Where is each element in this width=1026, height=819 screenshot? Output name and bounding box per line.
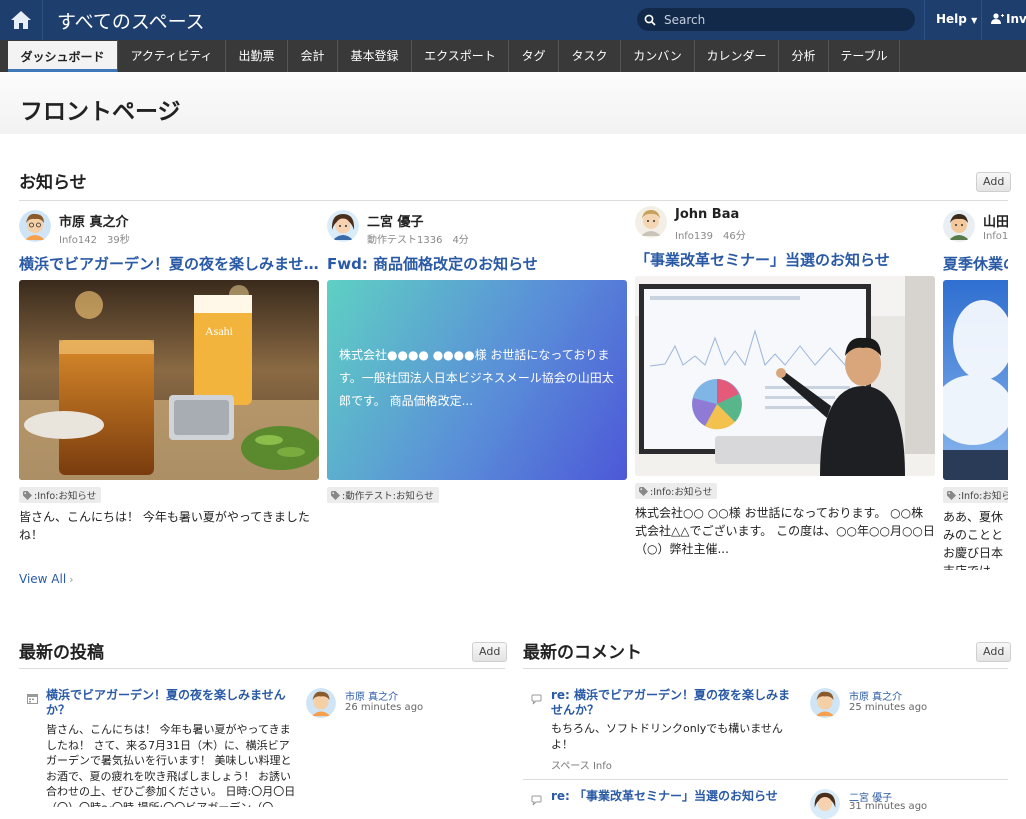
tag-icon [23,491,32,500]
avatar[interactable] [943,210,975,242]
avatar[interactable] [635,206,667,238]
tab-kanban[interactable]: カンバン [620,40,694,72]
tab-attendance[interactable]: 出勤票 [225,40,287,72]
timestamp: 25 minutes ago [849,702,928,713]
tab-dashboard[interactable]: ダッシュボード [8,41,117,72]
avatar[interactable] [810,688,840,718]
avatar[interactable] [810,789,840,819]
tab-table[interactable]: テーブル [828,40,900,72]
notice-title[interactable]: 夏季休業のお知らせ [943,253,1008,274]
space-link[interactable]: スペース Info [551,757,612,772]
add-comment-button[interactable]: Add [976,642,1012,662]
post-meta: Info142 39秒 [59,235,130,246]
invite-label: Inv [1006,12,1026,26]
comment-excerpt: もちろん、ソフトドリンクonlyでも構いませんよ！ [551,722,783,751]
help-label: Help [936,12,967,26]
add-notice-button[interactable]: Add [976,172,1012,192]
tag[interactable]: :動作テスト:お知らせ [327,487,439,503]
add-user-icon [991,13,1004,24]
recent-comments-heading: 最新のコメント [523,643,642,663]
comment-icon [531,690,542,705]
author-name[interactable]: 市原 真之介 [849,688,902,703]
tag-icon [331,491,340,500]
author-name[interactable]: 市原 真之介 [59,211,129,230]
avatar[interactable] [306,688,336,718]
divider [523,779,1008,780]
tab-activity[interactable]: アクティビティ [117,40,225,72]
divider [19,668,505,669]
comment-title[interactable]: re: 横浜でビアガーデン！夏の夜を楽しみませんか？ [551,688,795,718]
search-box[interactable] [637,8,915,31]
notice-excerpt: 皆さん、こんにちは！ 今年も暑い夏がやってきましたね！ [19,510,310,542]
author-name[interactable]: 山田 [983,211,1008,230]
calendar-icon [27,689,38,704]
notice-preview-text: 株式会社●●●● ●●●●様 お世話になっております。一般社団法人日本ビジネスメ… [339,348,614,408]
tab-export[interactable]: エクスポート [411,40,508,72]
divider [42,0,43,40]
help-menu[interactable]: Help ▼ [936,12,977,26]
post-title[interactable]: 横浜でビアガーデン！夏の夜を楽しみませんか？ [46,688,294,718]
tab-analysis[interactable]: 分析 [778,40,828,72]
author-name[interactable]: 二宮 優子 [367,211,424,230]
tab-master-data[interactable]: 基本登録 [337,40,411,72]
divider [523,668,1008,669]
top-bar: すべてのスペース Help ▼ Inv [0,0,1026,40]
divider [924,0,925,40]
tag[interactable]: :Info:お知らせ [635,483,718,499]
search-icon [644,14,656,26]
recent-posts-heading: 最新の投稿 [19,643,104,663]
author-name[interactable]: 市原 真之介 [345,688,398,703]
notices-carousel: 市原 真之介 Info142 39秒 横浜でビアガーデン！夏の夜を楽しみませんか… [0,200,1008,570]
tag-icon [947,491,956,500]
tag[interactable]: :Info:お知らせ [19,487,102,503]
home-icon [11,11,31,29]
caret-down-icon: ▼ [971,16,978,25]
space-title[interactable]: すべてのスペース [57,7,205,34]
search-input[interactable] [662,11,906,28]
timestamp: 26 minutes ago [345,702,424,713]
notice-title[interactable]: 横浜でビアガーデン！夏の夜を楽しみませんか？ [19,253,319,274]
divider [981,0,982,40]
tag[interactable]: :Info:お知らせ [943,487,1008,503]
tag-icon [639,487,648,496]
notice-excerpt: ああ、夏休みのこととお慶び日本支店では [943,510,1004,570]
comment-title[interactable]: re: 「事業改革セミナー」当選のお知らせ [551,789,795,804]
comment-icon [531,791,542,806]
main-tabs: ダッシュボード アクティビティ 出勤票 会計 基本登録 エクスポート タグ タス… [0,40,1026,72]
add-post-button[interactable]: Add [472,642,508,662]
avatar[interactable] [19,210,51,242]
post-meta: Info139 46分 [675,231,746,242]
post-meta: Info1 [983,231,1008,242]
home-button[interactable] [0,0,42,40]
chevron-right-icon: › [69,573,74,586]
notices-heading: お知らせ [19,173,87,193]
notice-excerpt: 株式会社○○ ○○様 お世話になっております。 ○○株式会社△△でございます。 … [635,506,935,556]
page-header: フロントページ [0,72,1026,134]
tab-tags[interactable]: タグ [508,40,558,72]
notice-image[interactable] [635,276,935,476]
notice-image[interactable]: Asahi [19,280,319,480]
post-excerpt: 皆さん、こんにちは！ 今年も暑い夏がやってきましたね！ さて、来る7月31日（木… [46,723,296,807]
tab-calendar[interactable]: カレンダー [694,40,778,72]
notice-image[interactable] [943,280,1008,480]
post-meta: 動作テスト1336 4分 [367,235,469,246]
notice-title[interactable]: Fwd: 商品価格改定のお知らせ [327,253,627,274]
notice-title[interactable]: 「事業改革セミナー」当選のお知らせ [635,249,935,270]
svg-text:Asahi: Asahi [205,324,234,338]
invite-button[interactable]: Inv [991,12,1026,26]
page-title: フロントページ [20,99,181,125]
avatar[interactable] [327,210,359,242]
view-all-link[interactable]: View All › [19,572,74,586]
author-name[interactable]: John Baa [675,207,739,222]
tab-tasks[interactable]: タスク [558,40,620,72]
tab-accounting[interactable]: 会計 [287,40,337,72]
notice-preview-box[interactable]: 株式会社●●●● ●●●●様 お世話になっております。一般社団法人日本ビジネスメ… [327,280,627,480]
